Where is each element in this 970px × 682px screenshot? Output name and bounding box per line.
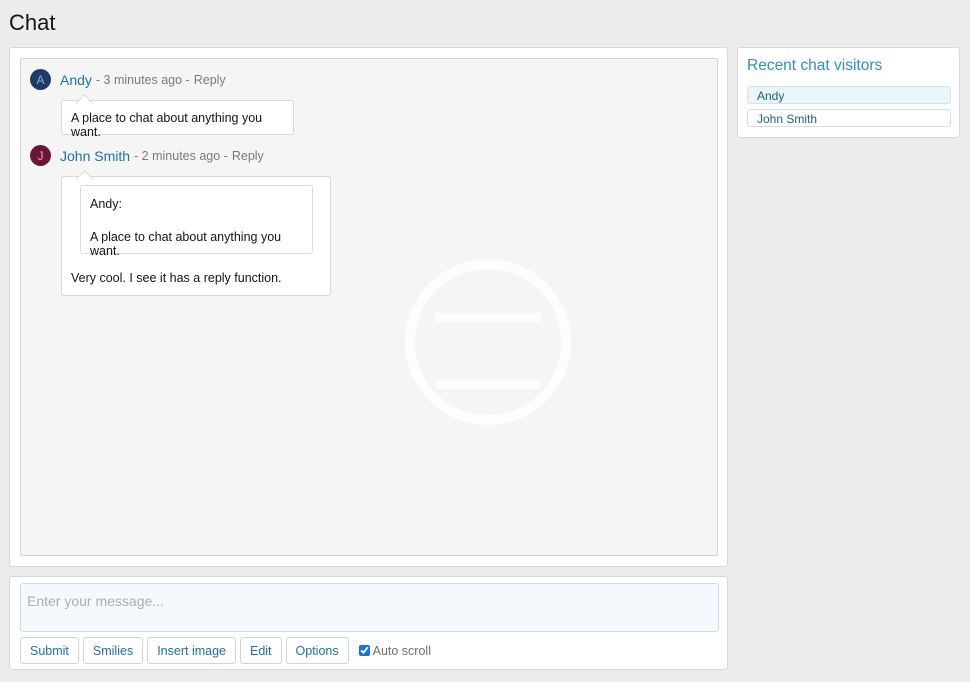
- message-time: - 3 minutes ago -: [95, 72, 190, 87]
- reply-link[interactable]: Reply: [194, 73, 226, 87]
- auto-scroll-label: Auto scroll: [372, 643, 431, 658]
- visitors-title: Recent chat visitors: [747, 57, 883, 74]
- message-time: - 2 minutes ago -: [134, 148, 228, 163]
- quoted-message: Andy: A place to chat about anything you…: [80, 185, 313, 258]
- composer-panel: Submit Smilies Insert image Edit Options…: [9, 576, 728, 670]
- composer-toolbar: Submit Smilies Insert image Edit Options…: [20, 637, 431, 664]
- edit-button[interactable]: Edit: [239, 637, 282, 664]
- message-header: J John Smith - 2 minutes ago - Reply: [30, 145, 264, 166]
- visitors-panel: Recent chat visitors Andy John Smith: [737, 47, 960, 138]
- checkbox-checked-icon[interactable]: [358, 645, 370, 656]
- chat-panel: A Andy - 3 minutes ago - Reply A place t…: [9, 47, 728, 567]
- message-header: A Andy - 3 minutes ago - Reply: [30, 69, 226, 90]
- quote-text: A place to chat about anything you want.: [90, 230, 282, 258]
- page-title: Chat: [9, 10, 56, 35]
- message-text: A place to chat about anything you want.: [71, 111, 263, 139]
- reply-link[interactable]: Reply: [232, 149, 264, 163]
- avatar[interactable]: A: [30, 69, 51, 90]
- message-bubble: Andy: A place to chat about anything you…: [61, 176, 331, 296]
- visitor-item[interactable]: John Smith: [747, 109, 951, 127]
- quote-author: Andy:: [90, 197, 122, 211]
- avatar[interactable]: J: [30, 145, 51, 166]
- message-input[interactable]: [20, 583, 719, 632]
- chat-log[interactable]: A Andy - 3 minutes ago - Reply A place t…: [20, 58, 718, 556]
- visitor-item[interactable]: Andy: [747, 86, 951, 104]
- watermark-logo: [405, 259, 571, 425]
- message-bubble: A place to chat about anything you want.: [61, 100, 294, 139]
- message-author-link[interactable]: Andy: [60, 72, 92, 88]
- insert-image-button[interactable]: Insert image: [147, 637, 236, 664]
- submit-button[interactable]: Submit: [20, 637, 79, 664]
- message-author-link[interactable]: John Smith: [60, 148, 130, 164]
- message-text: Very cool. I see it has a reply function…: [71, 271, 282, 285]
- smilies-button[interactable]: Smilies: [82, 637, 144, 664]
- options-button[interactable]: Options: [285, 637, 349, 664]
- auto-scroll-toggle[interactable]: Auto scroll: [358, 643, 431, 658]
